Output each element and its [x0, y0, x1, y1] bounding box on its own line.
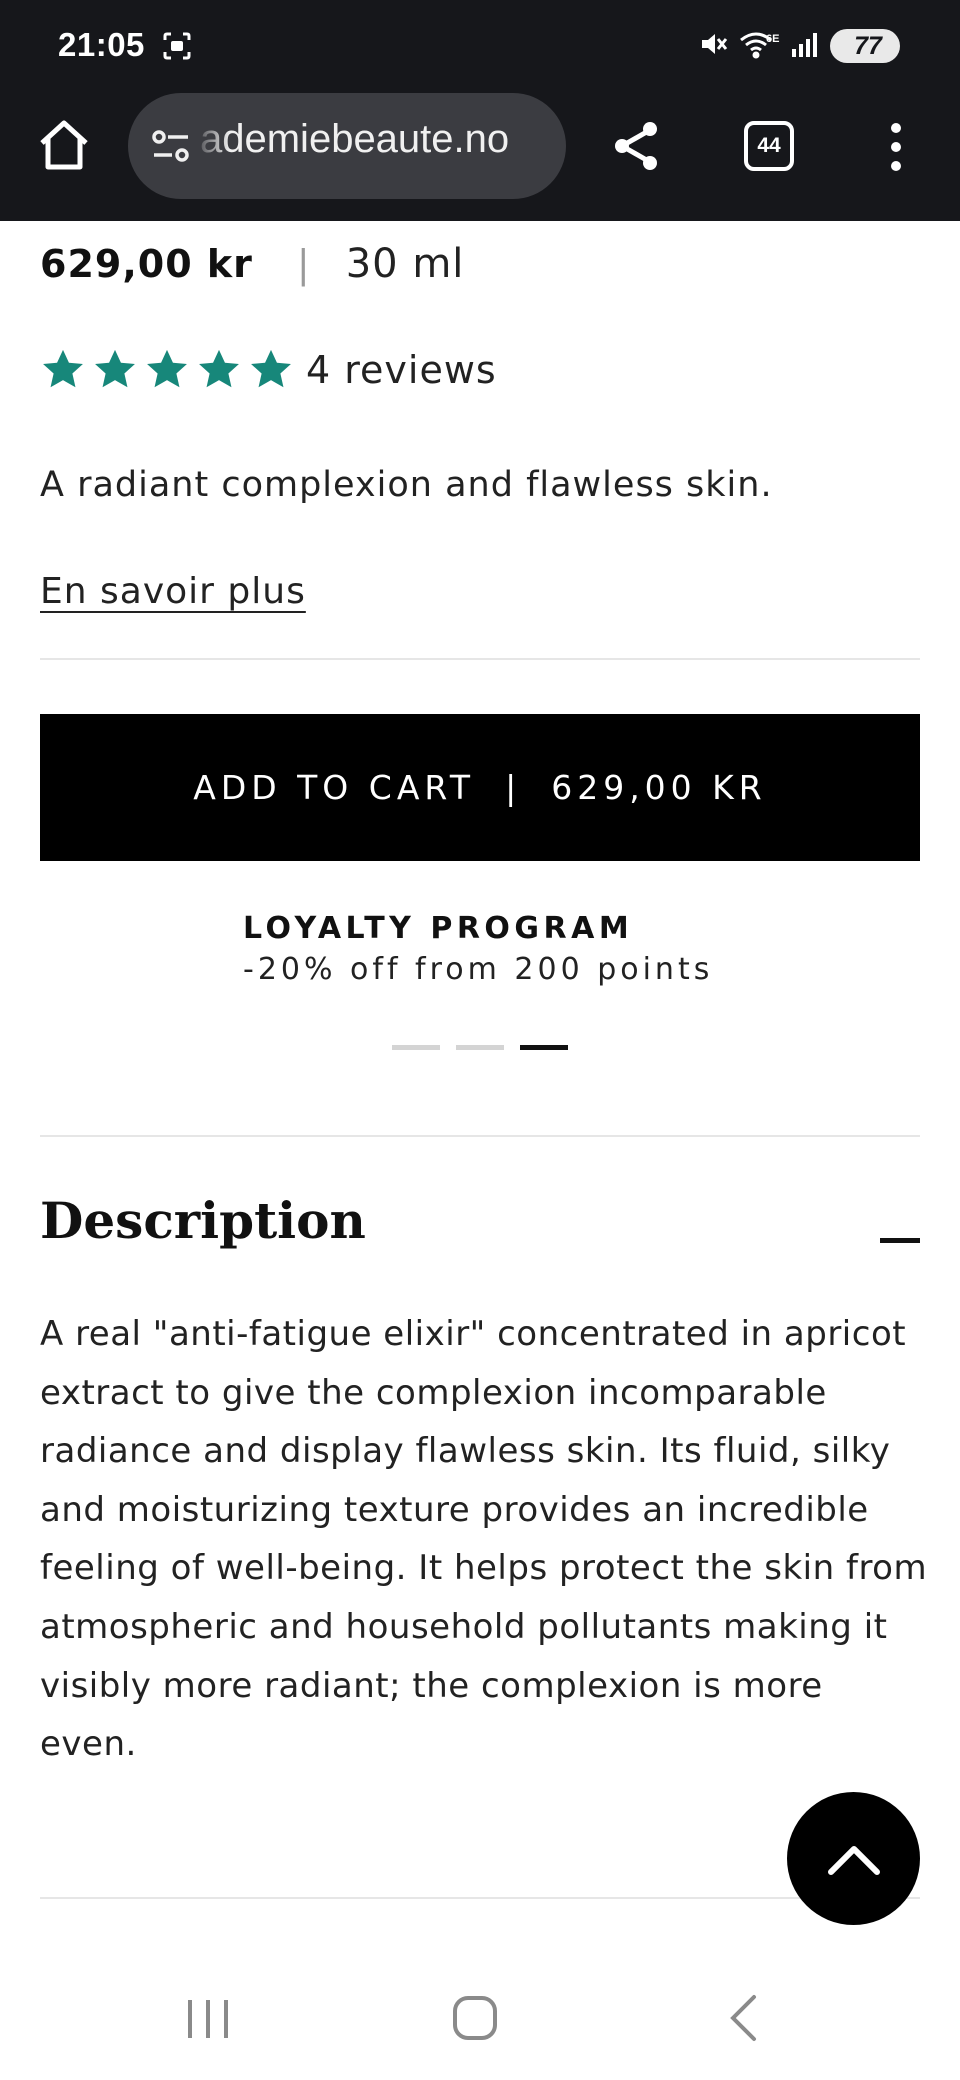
url-fade [194, 93, 230, 199]
add-to-cart-price: 629,00 KR [551, 768, 767, 807]
description-body: A real "anti-fatigue elixir" concentrate… [40, 1314, 928, 1765]
address-bar[interactable]: ademiebeaute.no [128, 93, 566, 199]
nav-home-icon[interactable] [452, 1995, 498, 2045]
divider [40, 658, 920, 660]
divider [40, 1897, 920, 1899]
more-vert-icon[interactable] [884, 122, 908, 172]
minus-icon[interactable] [880, 1221, 920, 1261]
scroll-to-top-button[interactable] [787, 1792, 920, 1925]
add-to-cart-button[interactable]: ADD TO CART | 629,00 KR [40, 714, 920, 861]
add-to-cart-separator: | [505, 768, 522, 807]
carousel-dot[interactable] [392, 1045, 440, 1050]
star-rating [40, 347, 294, 393]
mute-icon [698, 29, 728, 63]
battery-indicator: 77 [830, 29, 900, 63]
svg-text:6E: 6E [766, 33, 779, 45]
status-icons: 6E 77 [698, 28, 900, 64]
star-icon [199, 349, 239, 388]
product-price: 629,00 kr [40, 242, 253, 286]
star-icon [43, 349, 83, 388]
loyalty-title: LOYALTY PROGRAM [243, 911, 634, 946]
home-icon[interactable] [36, 117, 92, 173]
learn-more-link[interactable]: En savoir plus [40, 571, 306, 612]
wifi-icon: 6E [738, 28, 780, 64]
recents-icon[interactable] [186, 1996, 230, 2044]
url-text: ademiebeaute.no [200, 117, 510, 161]
browser-chrome: 21:05 6E 77 ademiebeaute.no 44 [0, 0, 960, 221]
screenshot-icon [162, 31, 192, 65]
price-row: 629,00 kr | 30 ml [40, 241, 464, 287]
reviews-count[interactable]: 4 reviews [306, 348, 497, 392]
tune-icon[interactable] [150, 129, 192, 167]
add-to-cart-label: ADD TO CART [193, 768, 476, 807]
star-icon [251, 349, 291, 388]
system-navigation-bar [0, 1940, 960, 2080]
carousel-indicators [392, 1045, 568, 1050]
loyalty-banner[interactable]: LOYALTY PROGRAM -20% off from 200 points [243, 911, 713, 987]
share-icon[interactable] [608, 118, 664, 174]
signal-icon [790, 29, 820, 63]
star-icon [147, 349, 187, 388]
star-icon [95, 349, 135, 388]
carousel-dot-active[interactable] [520, 1045, 568, 1050]
carousel-dot[interactable] [456, 1045, 504, 1050]
back-icon[interactable] [728, 1994, 758, 2046]
chevron-up-icon [827, 1845, 880, 1875]
loyalty-subtitle: -20% off from 200 points [243, 952, 714, 987]
rating-row[interactable]: 4 reviews [40, 347, 497, 393]
tabs-count-button[interactable]: 44 [744, 121, 794, 171]
status-time: 21:05 [58, 26, 145, 63]
price-separator: | [296, 242, 310, 286]
divider [40, 1135, 920, 1137]
product-tagline: A radiant complexion and flawless skin. [40, 465, 773, 505]
description-heading[interactable]: Description [40, 1191, 366, 1250]
product-size: 30 ml [345, 241, 465, 287]
